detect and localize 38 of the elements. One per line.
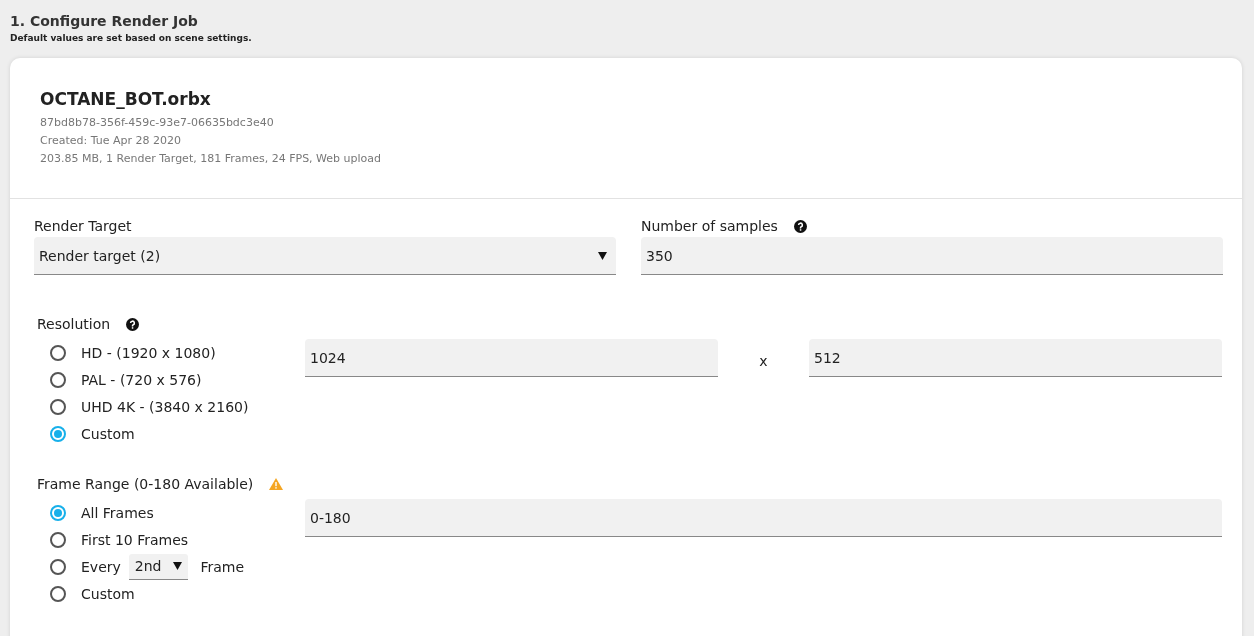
file-name: OCTANE_BOT.orbx [40,89,212,109]
frame-range-field[interactable]: 0-180 [305,499,1222,537]
page-title: 1. Configure Render Job [10,13,199,29]
created-date: Created: Tue Apr 28 2020 [40,133,183,149]
radio-button[interactable] [50,504,66,521]
radio-button[interactable] [50,371,66,388]
file-id: 87bd8b78-356f-459c-93e7-06635bdc3e40 [40,115,275,131]
radio-button[interactable] [50,398,66,415]
resolution-option[interactable]: PAL - (720 x 576) [37,366,202,393]
height-field[interactable]: 512 [809,339,1222,377]
radio-button[interactable] [50,585,66,602]
radio-button[interactable] [50,531,66,548]
help-icon[interactable] [793,219,807,233]
radio-button[interactable] [50,344,66,361]
field-label: Number of samples [641,218,778,234]
step-dropdown[interactable]: 2nd [128,553,189,580]
caret-icon [173,562,183,570]
frame-option[interactable]: Custom [37,580,135,607]
radio-button[interactable] [50,558,66,575]
render-target-dropdown[interactable]: Render target (2) [34,237,616,275]
field-label: Render Target [34,218,132,234]
section-label: Resolution [37,316,111,332]
help-icon[interactable] [126,317,140,331]
resolution-option[interactable]: HD - (1920 x 1080) [37,339,216,366]
radio-button[interactable] [50,425,66,442]
file-details: 203.85 MB, 1 Render Target, 181 Frames, 24 FPS, Web upload [40,151,383,167]
samples-field[interactable]: 350 [641,237,1223,275]
frame-option[interactable]: All Frames [37,499,154,526]
resolution-option[interactable]: Custom [37,420,135,447]
times-sign: x [759,353,768,371]
option-label: Frame [200,558,245,575]
width-field[interactable]: 1024 [305,339,718,377]
frame-option[interactable]: First 10 Frames [37,526,189,553]
section-label: Frame Range (0-180 Available) [37,476,254,492]
caret-icon [598,251,607,260]
option-label[interactable]: Every [81,558,121,575]
page-subtitle: Default values are set based on scene settings. [10,33,253,43]
resolution-option[interactable]: UHD 4K - (3840 x 2160) [37,393,249,420]
